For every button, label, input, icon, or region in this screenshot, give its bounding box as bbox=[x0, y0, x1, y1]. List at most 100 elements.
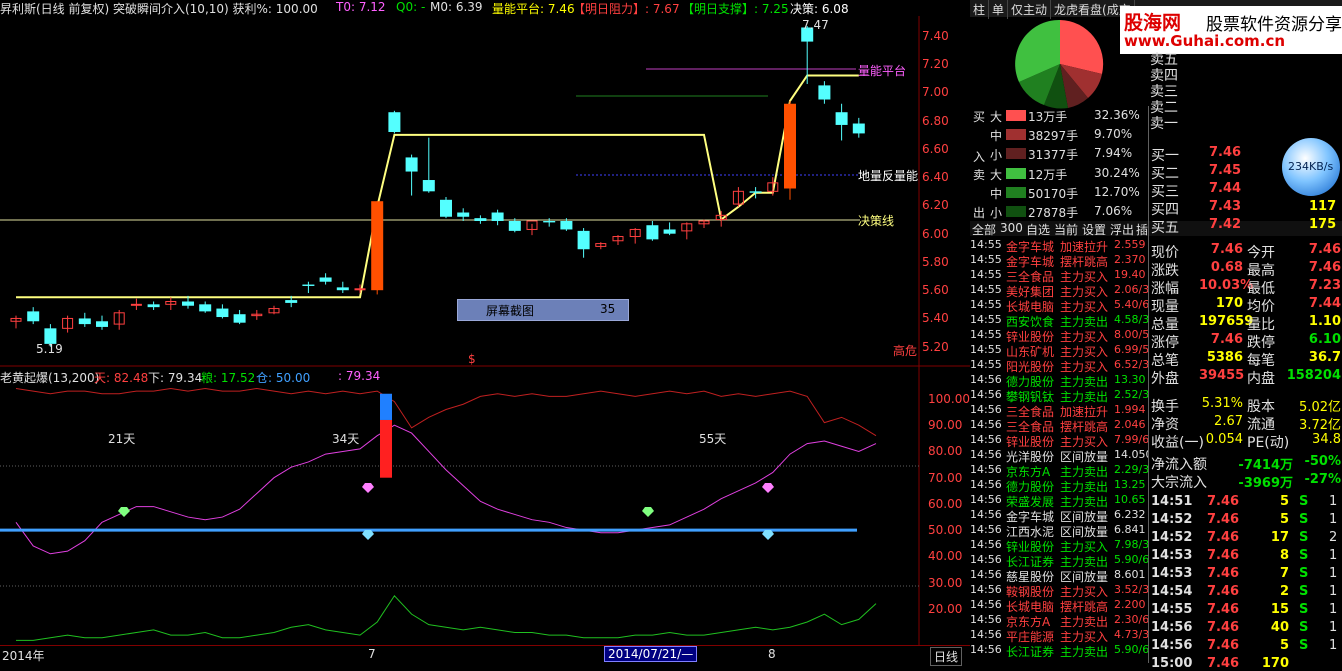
quote-panel: 柱单仅主动 龙虎看盘(成交 股海网 股票软件资源分享 www.Guhai.com.… bbox=[970, 0, 1342, 671]
flow-size: 中 bbox=[990, 187, 1003, 201]
netflow-label: 大宗流入 bbox=[1151, 475, 1207, 491]
news-value: 6.232 bbox=[1114, 508, 1146, 521]
netflow-pct: -27% bbox=[1304, 472, 1341, 487]
menu-settings[interactable]: 设置 bbox=[1082, 221, 1106, 238]
stat-label: 最高 bbox=[1247, 263, 1275, 279]
indicator-name: 老黄起爆(13,200) bbox=[0, 371, 100, 385]
low-label: 5.19 bbox=[36, 342, 63, 356]
tick-dir: S bbox=[1299, 584, 1309, 599]
candle-body bbox=[319, 277, 332, 282]
news-stock[interactable]: 长江证券 bbox=[1006, 643, 1054, 660]
news-time: 14:56 bbox=[970, 508, 1002, 521]
stat-label: 量比 bbox=[1247, 317, 1275, 333]
flow-pct: 32.36% bbox=[1094, 108, 1140, 122]
indicator-tick: 90.00 bbox=[928, 418, 963, 433]
tick-time: 14:52 bbox=[1151, 512, 1193, 527]
candle-body bbox=[233, 314, 246, 323]
news-time: 14:56 bbox=[970, 613, 1002, 626]
candle-body bbox=[784, 103, 796, 189]
indicator-tick: 50.00 bbox=[928, 523, 963, 538]
stat-label: 均价 bbox=[1247, 299, 1275, 315]
candle-body bbox=[508, 220, 521, 231]
flow-pct: 7.94% bbox=[1094, 146, 1133, 160]
news-time: 14:56 bbox=[970, 598, 1002, 611]
stat-value: 7.46 bbox=[1210, 242, 1243, 257]
peak-label: 7.47 bbox=[802, 18, 829, 32]
tab-bar[interactable]: 柱 bbox=[970, 0, 990, 19]
flow-sell-label-2: 出 bbox=[973, 206, 986, 220]
stat-label: 涨跌 bbox=[1151, 263, 1179, 279]
news-time: 14:56 bbox=[970, 448, 1002, 461]
stat-label: 股本 bbox=[1247, 399, 1275, 415]
tick-time: 14:55 bbox=[1151, 602, 1193, 617]
pivot-line-path bbox=[16, 74, 859, 299]
price-tick: 6.40 bbox=[922, 170, 949, 185]
menu-300[interactable]: 300 bbox=[1000, 221, 1023, 235]
tab-active[interactable]: 仅主动 bbox=[1008, 0, 1052, 19]
news-value: 3.52/3 bbox=[1114, 583, 1148, 596]
news-value: 2.06/3 bbox=[1114, 283, 1148, 296]
stat-value: 39455 bbox=[1199, 368, 1245, 383]
news-time: 14:56 bbox=[970, 553, 1002, 566]
pivot-line bbox=[16, 74, 859, 299]
news-time: 14:56 bbox=[970, 373, 1002, 386]
speed-label: 234KB/s bbox=[1288, 160, 1334, 173]
tick-time: 14:56 bbox=[1151, 620, 1193, 635]
news-value: 1.994 bbox=[1114, 403, 1146, 416]
decision-label: 决策: 6.08 bbox=[790, 2, 849, 16]
flow-swatch bbox=[1006, 148, 1026, 159]
candle-body bbox=[543, 220, 556, 223]
tick-count: 1 bbox=[1329, 602, 1338, 617]
stat-label: 每笔 bbox=[1247, 353, 1275, 369]
candle-body bbox=[336, 287, 349, 291]
tick-vol: 170 bbox=[1261, 656, 1289, 671]
tick-count: 1 bbox=[1329, 494, 1338, 509]
netflow-value: -7414万 bbox=[1238, 458, 1293, 473]
period-button[interactable]: 日线 bbox=[930, 647, 963, 666]
news-kind: 主力卖出 bbox=[1060, 645, 1109, 659]
news-time: 14:55 bbox=[970, 298, 1002, 311]
lnpt-label: 量能平台: 7.46 bbox=[492, 2, 575, 16]
screenshot-label: 屏幕截图 bbox=[486, 304, 535, 318]
news-value: 6.52/3 bbox=[1114, 358, 1148, 371]
candle-body bbox=[354, 288, 366, 291]
tick-vol: 2 bbox=[1279, 584, 1289, 599]
candle-body bbox=[147, 304, 160, 308]
news-value: 13.30 bbox=[1114, 373, 1146, 386]
screenshot-box[interactable]: 屏幕截图 35 bbox=[457, 299, 629, 321]
tick-dir: S bbox=[1299, 494, 1309, 509]
resist-label: 【明日阻力】: 7.67 bbox=[573, 2, 680, 16]
tick-count: 1 bbox=[1329, 548, 1338, 563]
candle-body bbox=[663, 229, 676, 234]
menu-self[interactable]: 自选 bbox=[1026, 221, 1050, 238]
menu-float[interactable]: 浮出 bbox=[1110, 221, 1134, 238]
dollar-mark: $ bbox=[468, 352, 476, 366]
stat-label: 涨停 bbox=[1151, 335, 1179, 351]
lnpt-line-label: 量能平台 bbox=[858, 64, 907, 78]
q0-label: Q0: - bbox=[396, 0, 426, 14]
news-time: 14:56 bbox=[970, 478, 1002, 491]
stat-label: 净资 bbox=[1151, 417, 1179, 433]
menu-current[interactable]: 当前 bbox=[1054, 221, 1078, 238]
tab-order[interactable]: 单 bbox=[989, 0, 1009, 19]
stat-label: 总量 bbox=[1151, 317, 1179, 333]
tick-time: 14:54 bbox=[1151, 584, 1193, 599]
menu-all[interactable]: 全部 bbox=[972, 221, 996, 238]
tick-vol: 7 bbox=[1279, 566, 1289, 581]
news-time: 14:55 bbox=[970, 238, 1002, 251]
news-time: 14:55 bbox=[970, 343, 1002, 356]
dl-line-label: 地量反量能 bbox=[858, 169, 919, 183]
menu-insert[interactable]: 插 bbox=[1136, 221, 1148, 238]
candle-body bbox=[388, 112, 401, 132]
candle-body bbox=[491, 212, 504, 221]
chart-canvas bbox=[0, 16, 970, 645]
flow-vol: 27878手 bbox=[1028, 206, 1079, 220]
news-value: 14.050 bbox=[1114, 448, 1148, 461]
flow-pct: 12.70% bbox=[1094, 185, 1140, 199]
stat-value: 197659 bbox=[1199, 314, 1254, 329]
screenshot-value: 35 bbox=[600, 302, 616, 316]
xia-label: 下: 79.34 bbox=[148, 371, 203, 385]
stat-label: 总笔 bbox=[1151, 353, 1179, 369]
price-tick: 5.40 bbox=[922, 311, 949, 326]
tick-price: 7.46 bbox=[1207, 512, 1240, 527]
